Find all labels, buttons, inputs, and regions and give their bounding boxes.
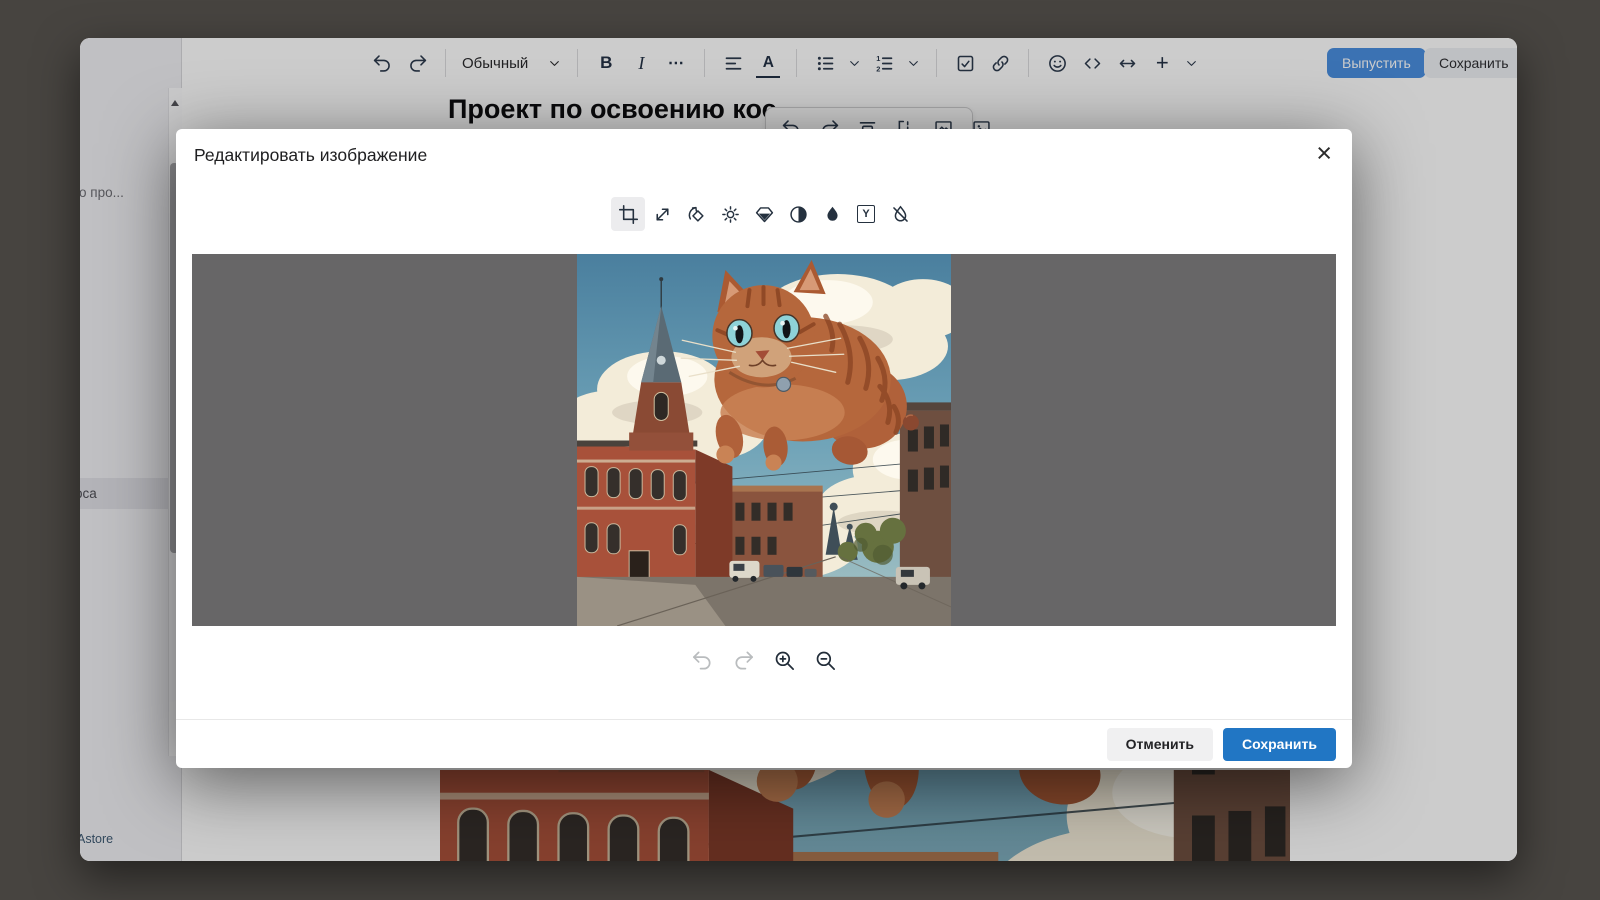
desaturate-tool-button[interactable] <box>883 197 917 231</box>
saturation-tool-button[interactable] <box>815 197 849 231</box>
rotate-tool-button[interactable] <box>679 197 713 231</box>
brightness-tool-button[interactable] <box>713 197 747 231</box>
edit-image-modal: Редактировать изображение × Y Отменить С… <box>176 129 1352 768</box>
edit-undo-button[interactable] <box>690 647 716 673</box>
canvas-controls <box>176 647 1352 673</box>
zoom-out-button[interactable] <box>813 647 839 673</box>
cancel-button[interactable]: Отменить <box>1107 728 1213 761</box>
desktop-background: то про... оса Astore Обычный B I ⋯ <box>0 0 1600 900</box>
zoom-in-button[interactable] <box>772 647 798 673</box>
edit-redo-button[interactable] <box>731 647 757 673</box>
edit-canvas[interactable] <box>192 254 1336 626</box>
cat-city-image[interactable] <box>577 254 951 626</box>
clarity-tool-button[interactable] <box>747 197 781 231</box>
close-icon[interactable]: × <box>1316 137 1332 169</box>
contrast-tool-button[interactable] <box>781 197 815 231</box>
resize-tool-button[interactable] <box>645 197 679 231</box>
image-tools-toolbar: Y <box>176 197 1352 231</box>
modal-title: Редактировать изображение <box>194 145 427 166</box>
y-filter-glyph: Y <box>862 208 869 220</box>
save-button[interactable]: Сохранить <box>1223 728 1336 761</box>
modal-footer: Отменить Сохранить <box>176 719 1352 768</box>
crop-tool-button[interactable] <box>611 197 645 231</box>
y-filter-tool-button[interactable]: Y <box>849 197 883 231</box>
